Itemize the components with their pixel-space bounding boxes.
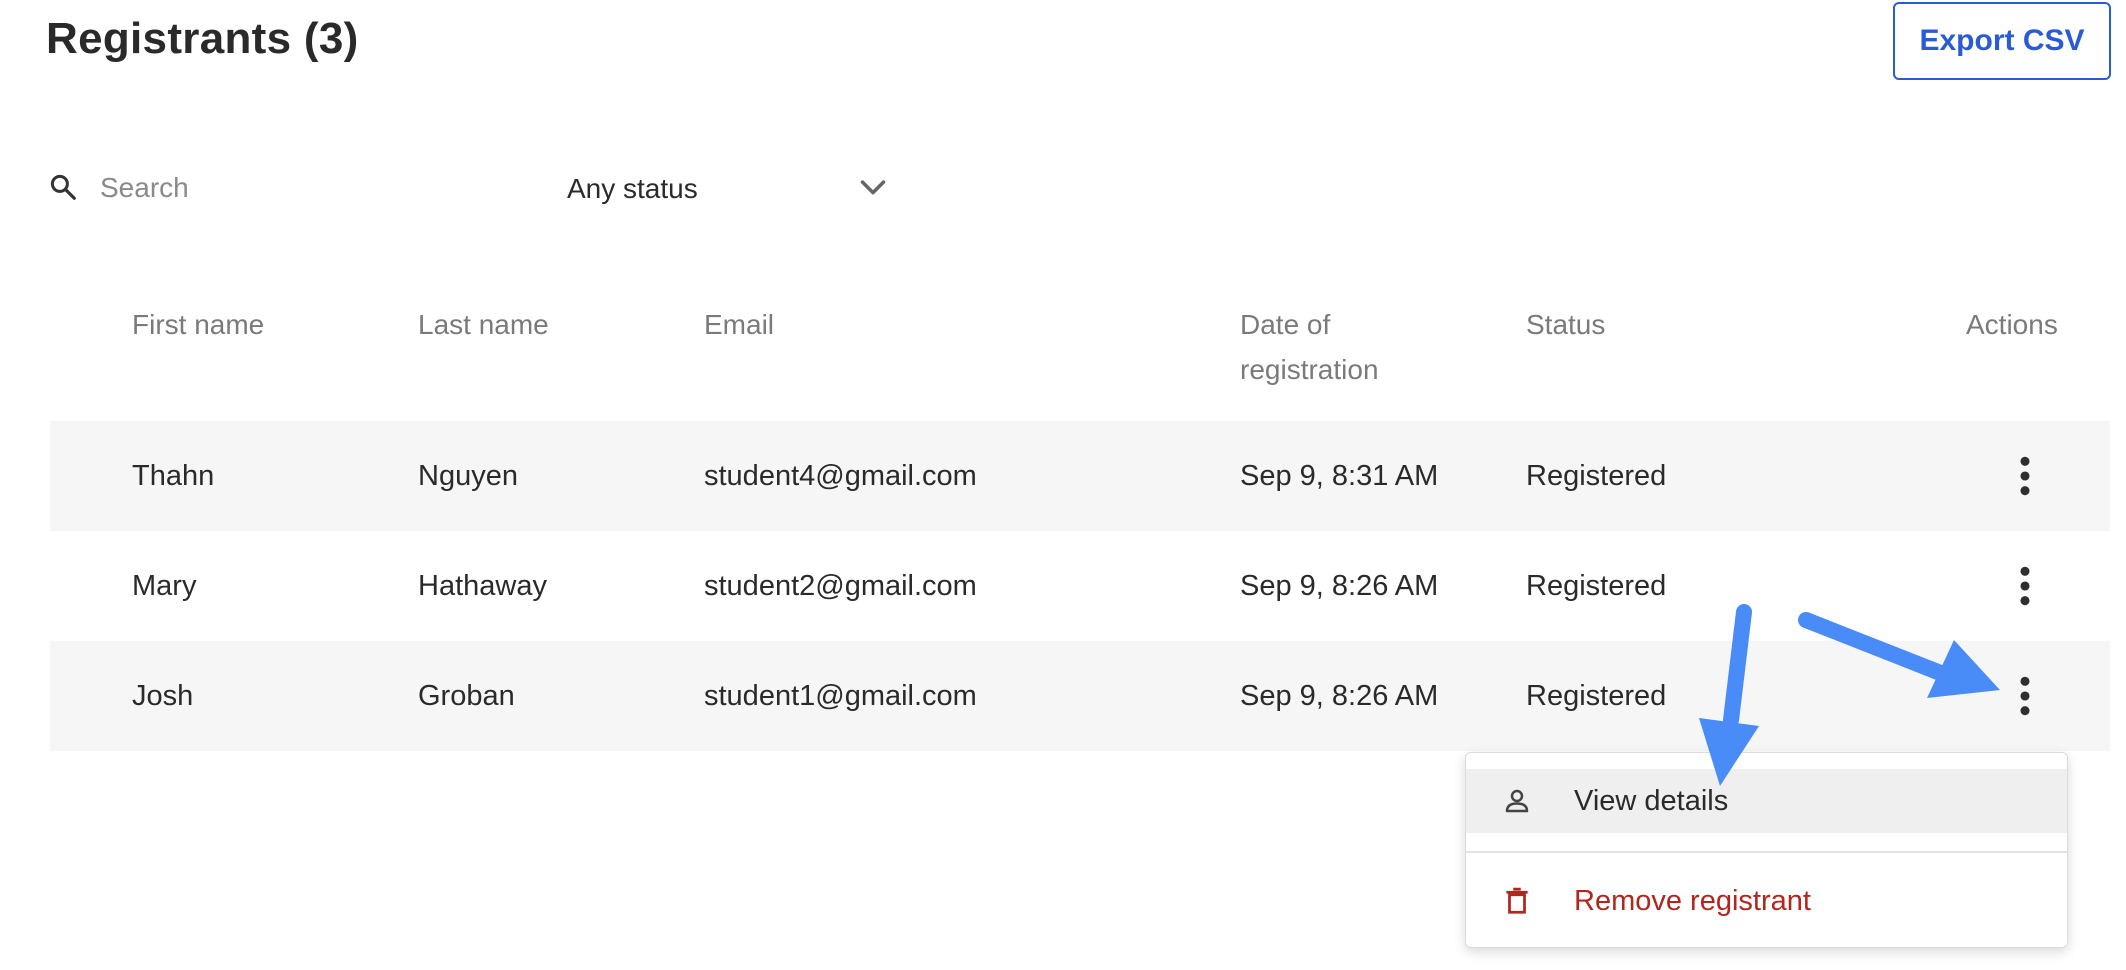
cell-last-name: Groban: [418, 679, 515, 712]
cell-date: Sep 9, 8:31 AM: [1240, 459, 1439, 492]
menu-item-label: View details: [1574, 784, 1729, 817]
more-vertical-icon: [2020, 676, 2030, 716]
table-row: Josh Groban student1@gmail.com Sep 9, 8:…: [50, 641, 2110, 751]
cell-email: student1@gmail.com: [704, 679, 977, 712]
person-icon: [1505, 789, 1529, 813]
row-actions-button[interactable]: [2000, 451, 2050, 501]
cell-date: Sep 9, 8:26 AM: [1240, 569, 1439, 602]
menu-item-remove-registrant[interactable]: Remove registrant: [1466, 869, 2067, 933]
row-actions-button[interactable]: [2000, 561, 2050, 611]
status-filter-value: Any status: [567, 173, 698, 204]
cell-first-name: Thahn: [132, 459, 215, 492]
menu-divider: [1466, 851, 2067, 853]
cell-email: student4@gmail.com: [704, 459, 977, 492]
cell-date: Sep 9, 8:26 AM: [1240, 679, 1439, 712]
cell-first-name: Josh: [132, 679, 194, 712]
page-title: Registrants (3): [46, 14, 359, 63]
row-actions-menu: View details Remove registrant: [1465, 752, 2068, 948]
column-header-date-line2: registration: [1240, 354, 1379, 385]
search-icon: [50, 174, 76, 200]
column-header-date: Date of registration: [1240, 302, 1379, 392]
column-header-last-name: Last name: [418, 309, 549, 340]
row-actions-button[interactable]: [2000, 671, 2050, 721]
cell-first-name: Mary: [132, 569, 197, 602]
menu-item-view-details[interactable]: View details: [1466, 769, 2067, 833]
column-header-email: Email: [704, 309, 775, 340]
more-vertical-icon: [2020, 566, 2030, 606]
export-csv-button[interactable]: Export CSV: [1893, 2, 2111, 80]
cell-status: Registered: [1526, 569, 1667, 602]
cell-last-name: Nguyen: [418, 459, 518, 492]
more-vertical-icon: [2020, 456, 2030, 496]
registrants-page: Registrants (3) Export CSV Any status Fi…: [0, 0, 2126, 970]
column-header-status: Status: [1526, 309, 1606, 340]
table-row: Thahn Nguyen student4@gmail.com Sep 9, 8…: [50, 421, 2110, 531]
trash-icon: [1506, 887, 1528, 914]
chevron-down-icon: [860, 180, 886, 195]
column-header-first-name: First name: [132, 309, 265, 340]
search-input[interactable]: [100, 166, 500, 210]
table-row: Mary Hathaway student2@gmail.com Sep 9, …: [50, 531, 2110, 641]
column-header-date-line1: Date of: [1240, 309, 1331, 340]
column-header-actions: Actions: [1966, 309, 2058, 340]
cell-last-name: Hathaway: [418, 569, 547, 602]
cell-status: Registered: [1526, 679, 1667, 712]
cell-status: Registered: [1526, 459, 1667, 492]
status-filter-select[interactable]: Any status: [567, 164, 897, 214]
menu-item-label: Remove registrant: [1574, 884, 1811, 917]
cell-email: student2@gmail.com: [704, 569, 977, 602]
